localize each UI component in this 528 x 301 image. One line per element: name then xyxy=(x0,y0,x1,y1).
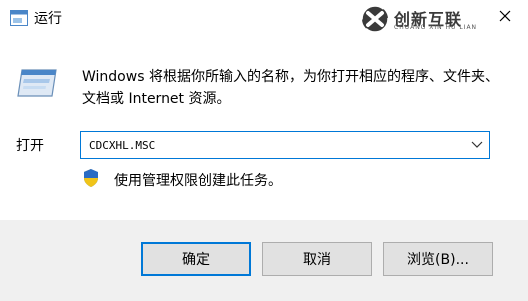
window-title: 运行 xyxy=(34,11,62,27)
run-dialog-icon xyxy=(10,10,28,26)
browse-button[interactable]: 浏览(B)... xyxy=(383,242,493,276)
uac-shield-icon xyxy=(84,169,98,187)
close-button[interactable] xyxy=(482,0,528,32)
run-program-icon xyxy=(17,69,57,97)
brand-logo-icon xyxy=(361,5,389,33)
open-combobox[interactable] xyxy=(80,131,490,159)
chevron-down-icon[interactable] xyxy=(471,140,483,150)
admin-privilege-note: 使用管理权限创建此任务。 xyxy=(114,173,282,189)
title-bar: 运行 创新互联 CHUANG XIN HU LIAN xyxy=(0,0,528,38)
close-icon xyxy=(499,10,511,22)
dialog-description: Windows 将根据你所输入的名称，为你打开相应的程序、文件夹、文档或 Int… xyxy=(82,69,499,107)
cancel-button[interactable]: 取消 xyxy=(262,242,372,276)
watermark-subtitle: CHUANG XIN HU LIAN xyxy=(394,24,478,31)
ok-button[interactable]: 确定 xyxy=(141,242,251,276)
open-input[interactable] xyxy=(81,132,456,158)
button-bar: 确定 取消 浏览(B)... xyxy=(0,220,528,301)
open-label: 打开 xyxy=(16,138,44,154)
